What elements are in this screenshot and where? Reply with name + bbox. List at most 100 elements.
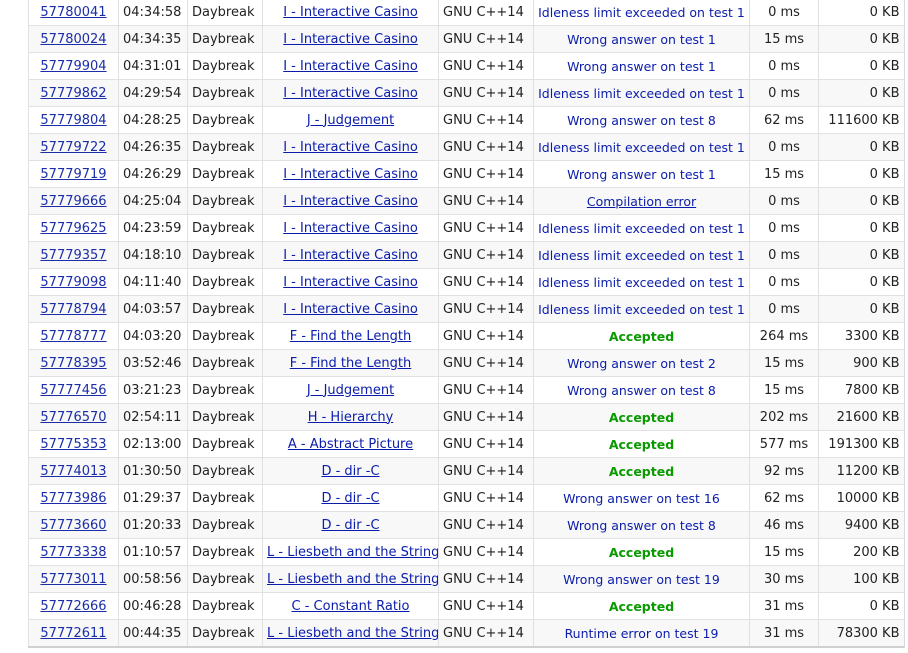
problem-link[interactable]: I - Interactive Casino [283, 5, 418, 20]
table-row: 57780024 04:34:35 Daybreak I - Interacti… [28, 25, 904, 53]
problem-link[interactable]: I - Interactive Casino [283, 275, 418, 290]
submission-id-cell: 57779666 [28, 187, 119, 215]
problem-link[interactable]: H - Hierarchy [308, 410, 394, 425]
submission-id-link[interactable]: 57780024 [40, 32, 106, 47]
language-cell: GNU C++14 [438, 133, 534, 161]
problem-cell: L - Liesbeth and the String [262, 538, 439, 566]
memory-cell: 11200 KB [818, 457, 904, 485]
problem-link[interactable]: D - dir -C [321, 518, 379, 533]
problem-link[interactable]: I - Interactive Casino [283, 86, 418, 101]
run-time-cell: 62 ms [749, 106, 819, 134]
problem-link[interactable]: C - Constant Ratio [292, 599, 410, 614]
submission-id-cell: 57773986 [28, 484, 119, 512]
language-cell: GNU C++14 [438, 565, 534, 593]
memory-cell: 0 KB [818, 241, 904, 269]
verdict-link[interactable]: Compilation error [587, 194, 696, 209]
problem-link[interactable]: I - Interactive Casino [283, 194, 418, 209]
table-row: 57778777 04:03:20 Daybreak F - Find the … [28, 322, 904, 350]
submission-id-link[interactable]: 57772666 [40, 599, 106, 614]
submission-author-cell: Daybreak [187, 457, 263, 485]
run-time-cell: 0 ms [749, 268, 819, 296]
submission-id-link[interactable]: 57777456 [40, 383, 106, 398]
problem-link[interactable]: D - dir -C [321, 491, 379, 506]
submission-id-link[interactable]: 57779904 [40, 59, 106, 74]
run-time-cell: 30 ms [749, 565, 819, 593]
memory-cell: 900 KB [818, 349, 904, 377]
submission-id-link[interactable]: 57779357 [40, 248, 106, 263]
submission-id-link[interactable]: 57773986 [40, 491, 106, 506]
problem-link[interactable]: I - Interactive Casino [283, 59, 418, 74]
memory-cell: 7800 KB [818, 376, 904, 404]
problem-link[interactable]: D - dir -C [321, 464, 379, 479]
verdict-text: Wrong answer on test 1 [567, 31, 716, 47]
table-row: 57773986 01:29:37 Daybreak D - dir -C GN… [28, 484, 904, 512]
run-time-cell: 15 ms [749, 160, 819, 188]
submission-id-link[interactable]: 57779098 [40, 275, 106, 290]
problem-link[interactable]: I - Interactive Casino [283, 221, 418, 236]
submission-id-link[interactable]: 57772611 [40, 626, 106, 641]
submission-id-cell: 57779804 [28, 106, 119, 134]
submission-id-link[interactable]: 57780041 [40, 5, 106, 20]
submission-id-link[interactable]: 57779625 [40, 221, 106, 236]
submission-id-link[interactable]: 57779722 [40, 140, 106, 155]
problem-cell: J - Judgement [262, 376, 439, 404]
memory-cell: 0 KB [818, 160, 904, 188]
submission-id-link[interactable]: 57779719 [40, 167, 106, 182]
problem-link[interactable]: J - Judgement [307, 383, 394, 398]
submission-id-link[interactable]: 57779666 [40, 194, 106, 209]
memory-cell: 0 KB [818, 187, 904, 215]
problem-link[interactable]: I - Interactive Casino [283, 32, 418, 47]
submission-id-link[interactable]: 57773660 [40, 518, 106, 533]
run-time-cell: 0 ms [749, 0, 819, 26]
submission-author-cell: Daybreak [187, 619, 263, 646]
submission-id-cell: 57772611 [28, 619, 119, 646]
language-cell: GNU C++14 [438, 484, 534, 512]
problem-link[interactable]: I - Interactive Casino [283, 302, 418, 317]
submission-time-cell: 04:26:35 [118, 133, 188, 161]
run-time-cell: 0 ms [749, 214, 819, 242]
table-row: 57773011 00:58:56 Daybreak L - Liesbeth … [28, 565, 904, 593]
problem-link[interactable]: A - Abstract Picture [288, 437, 413, 452]
submission-author-cell: Daybreak [187, 133, 263, 161]
problem-link[interactable]: I - Interactive Casino [283, 248, 418, 263]
verdict-cell: Accepted [533, 403, 750, 431]
submission-id-link[interactable]: 57779862 [40, 86, 106, 101]
submission-author-cell: Daybreak [187, 52, 263, 80]
submission-id-link[interactable]: 57776570 [40, 410, 106, 425]
submissions-table: 57780041 04:34:58 Daybreak I - Interacti… [28, 0, 904, 646]
verdict-text: Accepted [608, 328, 675, 344]
verdict-text: Wrong answer on test 8 [567, 112, 716, 128]
submission-id-link[interactable]: 57778395 [40, 356, 106, 371]
submission-id-link[interactable]: 57778777 [40, 329, 106, 344]
problem-cell: I - Interactive Casino [262, 133, 439, 161]
problem-link[interactable]: F - Find the Length [290, 356, 412, 371]
submission-id-link[interactable]: 57774013 [40, 464, 106, 479]
problem-link[interactable]: F - Find the Length [290, 329, 412, 344]
submission-id-cell: 57779722 [28, 133, 119, 161]
memory-cell: 0 KB [818, 52, 904, 80]
submission-id-link[interactable]: 57779804 [40, 113, 106, 128]
submission-author-cell: Daybreak [187, 241, 263, 269]
run-time-cell: 15 ms [749, 376, 819, 404]
problem-link[interactable]: I - Interactive Casino [283, 140, 418, 155]
submission-id-link[interactable]: 57778794 [40, 302, 106, 317]
problem-cell: L - Liesbeth and the String [262, 619, 439, 646]
submission-id-cell: 57779904 [28, 52, 119, 80]
problem-link[interactable]: L - Liesbeth and the String [267, 545, 439, 560]
problem-link[interactable]: J - Judgement [307, 113, 394, 128]
submission-time-cell: 04:03:57 [118, 295, 188, 323]
submission-id-link[interactable]: 57775353 [40, 437, 106, 452]
submission-id-link[interactable]: 57773011 [40, 572, 106, 587]
submission-time-cell: 04:34:58 [118, 0, 188, 26]
problem-link[interactable]: L - Liesbeth and the String [267, 626, 439, 641]
problem-link[interactable]: L - Liesbeth and the String [267, 572, 439, 587]
run-time-cell: 15 ms [749, 349, 819, 377]
problem-link[interactable]: I - Interactive Casino [283, 167, 418, 182]
verdict-cell: Wrong answer on test 8 [533, 376, 750, 404]
submission-author-cell: Daybreak [187, 106, 263, 134]
verdict-cell: Idleness limit exceeded on test 1 [533, 295, 750, 323]
submission-id-cell: 57776570 [28, 403, 119, 431]
language-cell: GNU C++14 [438, 592, 534, 620]
memory-cell: 78300 KB [818, 619, 904, 646]
submission-id-link[interactable]: 57773338 [40, 545, 106, 560]
